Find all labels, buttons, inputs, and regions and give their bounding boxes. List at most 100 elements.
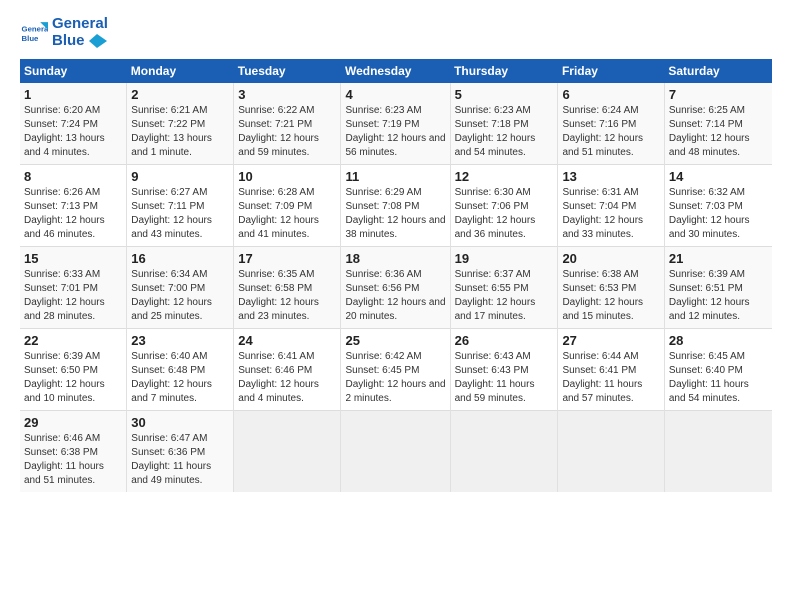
logo: General Blue General Blue [20, 16, 108, 49]
calendar-cell [558, 411, 664, 493]
day-detail: Sunrise: 6:45 AM Sunset: 6:40 PM Dayligh… [669, 350, 768, 406]
day-number: 16 [131, 251, 229, 266]
day-detail: Sunrise: 6:23 AM Sunset: 7:18 PM Dayligh… [455, 104, 554, 160]
day-number: 10 [238, 169, 336, 184]
day-detail: Sunrise: 6:31 AM Sunset: 7:04 PM Dayligh… [562, 186, 659, 242]
day-detail: Sunrise: 6:35 AM Sunset: 6:58 PM Dayligh… [238, 268, 336, 324]
calendar-cell: 20 Sunrise: 6:38 AM Sunset: 6:53 PM Dayl… [558, 247, 664, 329]
calendar-cell: 9 Sunrise: 6:27 AM Sunset: 7:11 PM Dayli… [127, 165, 234, 247]
day-detail: Sunrise: 6:44 AM Sunset: 6:41 PM Dayligh… [562, 350, 659, 406]
day-detail: Sunrise: 6:33 AM Sunset: 7:01 PM Dayligh… [24, 268, 122, 324]
day-number: 24 [238, 333, 336, 348]
blue-arrow-icon [89, 34, 107, 48]
day-detail: Sunrise: 6:42 AM Sunset: 6:45 PM Dayligh… [345, 350, 445, 406]
header-thursday: Thursday [450, 59, 558, 83]
day-detail: Sunrise: 6:47 AM Sunset: 6:36 PM Dayligh… [131, 432, 229, 488]
day-number: 26 [455, 333, 554, 348]
day-number: 13 [562, 169, 659, 184]
day-detail: Sunrise: 6:26 AM Sunset: 7:13 PM Dayligh… [24, 186, 122, 242]
calendar-cell: 23 Sunrise: 6:40 AM Sunset: 6:48 PM Dayl… [127, 329, 234, 411]
day-detail: Sunrise: 6:22 AM Sunset: 7:21 PM Dayligh… [238, 104, 336, 160]
day-detail: Sunrise: 6:27 AM Sunset: 7:11 PM Dayligh… [131, 186, 229, 242]
day-detail: Sunrise: 6:25 AM Sunset: 7:14 PM Dayligh… [669, 104, 768, 160]
calendar-cell: 26 Sunrise: 6:43 AM Sunset: 6:43 PM Dayl… [450, 329, 558, 411]
day-number: 20 [562, 251, 659, 266]
calendar-cell: 11 Sunrise: 6:29 AM Sunset: 7:08 PM Dayl… [341, 165, 450, 247]
day-number: 17 [238, 251, 336, 266]
header-sunday: Sunday [20, 59, 127, 83]
day-detail: Sunrise: 6:39 AM Sunset: 6:50 PM Dayligh… [24, 350, 122, 406]
header-monday: Monday [127, 59, 234, 83]
calendar-cell: 18 Sunrise: 6:36 AM Sunset: 6:56 PM Dayl… [341, 247, 450, 329]
header-saturday: Saturday [664, 59, 772, 83]
day-number: 4 [345, 87, 445, 102]
calendar-container: General Blue General Blue Sunday Monda [0, 0, 792, 502]
day-detail: Sunrise: 6:38 AM Sunset: 6:53 PM Dayligh… [562, 268, 659, 324]
calendar-cell: 1 Sunrise: 6:20 AM Sunset: 7:24 PM Dayli… [20, 83, 127, 165]
calendar-cell: 5 Sunrise: 6:23 AM Sunset: 7:18 PM Dayli… [450, 83, 558, 165]
day-detail: Sunrise: 6:20 AM Sunset: 7:24 PM Dayligh… [24, 104, 122, 160]
day-number: 11 [345, 169, 445, 184]
calendar-cell: 21 Sunrise: 6:39 AM Sunset: 6:51 PM Dayl… [664, 247, 772, 329]
day-number: 25 [345, 333, 445, 348]
week-row-5: 29 Sunrise: 6:46 AM Sunset: 6:38 PM Dayl… [20, 411, 772, 493]
header-tuesday: Tuesday [234, 59, 341, 83]
calendar-cell: 12 Sunrise: 6:30 AM Sunset: 7:06 PM Dayl… [450, 165, 558, 247]
day-number: 7 [669, 87, 768, 102]
day-detail: Sunrise: 6:39 AM Sunset: 6:51 PM Dayligh… [669, 268, 768, 324]
logo-icon: General Blue [20, 19, 48, 47]
calendar-cell: 4 Sunrise: 6:23 AM Sunset: 7:19 PM Dayli… [341, 83, 450, 165]
day-detail: Sunrise: 6:29 AM Sunset: 7:08 PM Dayligh… [345, 186, 445, 242]
calendar-body: 1 Sunrise: 6:20 AM Sunset: 7:24 PM Dayli… [20, 83, 772, 492]
day-number: 9 [131, 169, 229, 184]
day-detail: Sunrise: 6:36 AM Sunset: 6:56 PM Dayligh… [345, 268, 445, 324]
calendar-cell: 19 Sunrise: 6:37 AM Sunset: 6:55 PM Dayl… [450, 247, 558, 329]
weekday-header-row: Sunday Monday Tuesday Wednesday Thursday… [20, 59, 772, 83]
calendar-cell: 14 Sunrise: 6:32 AM Sunset: 7:03 PM Dayl… [664, 165, 772, 247]
logo-text: General Blue [52, 16, 108, 49]
calendar-cell: 7 Sunrise: 6:25 AM Sunset: 7:14 PM Dayli… [664, 83, 772, 165]
day-detail: Sunrise: 6:37 AM Sunset: 6:55 PM Dayligh… [455, 268, 554, 324]
header-wednesday: Wednesday [341, 59, 450, 83]
day-detail: Sunrise: 6:43 AM Sunset: 6:43 PM Dayligh… [455, 350, 554, 406]
day-number: 14 [669, 169, 768, 184]
day-detail: Sunrise: 6:34 AM Sunset: 7:00 PM Dayligh… [131, 268, 229, 324]
day-number: 21 [669, 251, 768, 266]
day-detail: Sunrise: 6:28 AM Sunset: 7:09 PM Dayligh… [238, 186, 336, 242]
day-number: 12 [455, 169, 554, 184]
header: General Blue General Blue [20, 16, 772, 49]
calendar-cell: 8 Sunrise: 6:26 AM Sunset: 7:13 PM Dayli… [20, 165, 127, 247]
day-detail: Sunrise: 6:23 AM Sunset: 7:19 PM Dayligh… [345, 104, 445, 160]
calendar-table: Sunday Monday Tuesday Wednesday Thursday… [20, 59, 772, 492]
day-number: 15 [24, 251, 122, 266]
day-number: 22 [24, 333, 122, 348]
svg-text:Blue: Blue [22, 33, 40, 42]
calendar-cell: 27 Sunrise: 6:44 AM Sunset: 6:41 PM Dayl… [558, 329, 664, 411]
day-number: 3 [238, 87, 336, 102]
day-number: 1 [24, 87, 122, 102]
day-number: 2 [131, 87, 229, 102]
calendar-cell: 6 Sunrise: 6:24 AM Sunset: 7:16 PM Dayli… [558, 83, 664, 165]
day-detail: Sunrise: 6:40 AM Sunset: 6:48 PM Dayligh… [131, 350, 229, 406]
calendar-cell: 16 Sunrise: 6:34 AM Sunset: 7:00 PM Dayl… [127, 247, 234, 329]
day-number: 27 [562, 333, 659, 348]
calendar-cell: 28 Sunrise: 6:45 AM Sunset: 6:40 PM Dayl… [664, 329, 772, 411]
day-number: 29 [24, 415, 122, 430]
calendar-cell: 3 Sunrise: 6:22 AM Sunset: 7:21 PM Dayli… [234, 83, 341, 165]
day-detail: Sunrise: 6:41 AM Sunset: 6:46 PM Dayligh… [238, 350, 336, 406]
calendar-cell [450, 411, 558, 493]
day-number: 19 [455, 251, 554, 266]
calendar-cell: 13 Sunrise: 6:31 AM Sunset: 7:04 PM Dayl… [558, 165, 664, 247]
calendar-cell [234, 411, 341, 493]
day-detail: Sunrise: 6:24 AM Sunset: 7:16 PM Dayligh… [562, 104, 659, 160]
day-detail: Sunrise: 6:21 AM Sunset: 7:22 PM Dayligh… [131, 104, 229, 160]
day-number: 8 [24, 169, 122, 184]
calendar-cell [664, 411, 772, 493]
day-number: 23 [131, 333, 229, 348]
day-number: 6 [562, 87, 659, 102]
week-row-1: 1 Sunrise: 6:20 AM Sunset: 7:24 PM Dayli… [20, 83, 772, 165]
calendar-cell: 10 Sunrise: 6:28 AM Sunset: 7:09 PM Dayl… [234, 165, 341, 247]
day-number: 5 [455, 87, 554, 102]
day-detail: Sunrise: 6:30 AM Sunset: 7:06 PM Dayligh… [455, 186, 554, 242]
day-number: 30 [131, 415, 229, 430]
